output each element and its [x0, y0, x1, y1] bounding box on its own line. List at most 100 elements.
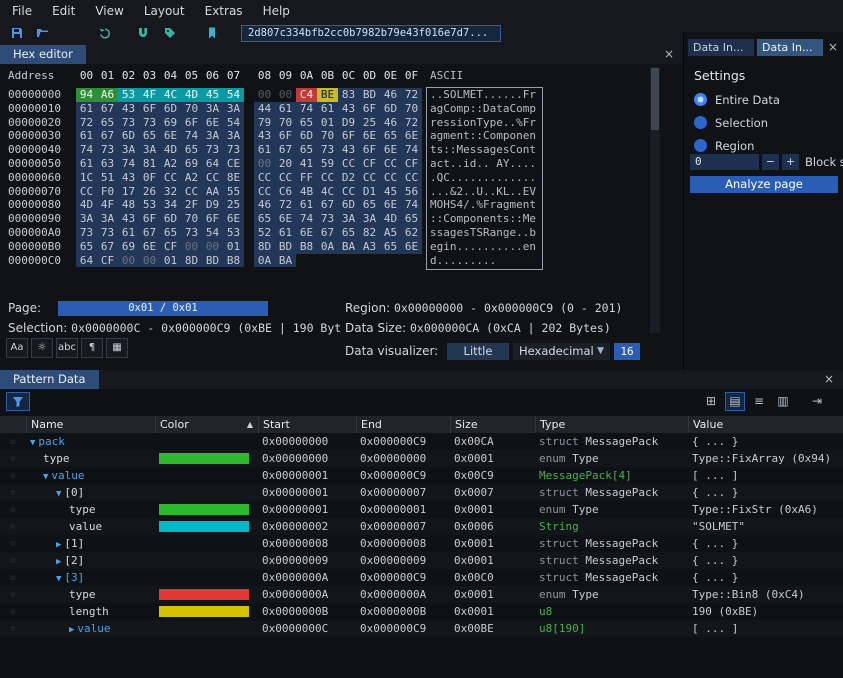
favorite-star-icon[interactable]: ☆ — [0, 552, 26, 569]
hex-byte[interactable]: 1C — [76, 171, 97, 185]
hex-ascii[interactable]: MOHS4/.%Fragment — [430, 198, 536, 212]
tab-pattern-data[interactable]: Pattern Data — [0, 370, 99, 389]
hex-byte[interactable]: 4F — [139, 88, 160, 102]
scrollbar-thumb[interactable] — [651, 68, 659, 130]
hex-byte[interactable]: 63 — [97, 157, 118, 171]
favorite-star-icon[interactable]: ☆ — [0, 569, 26, 586]
column-header-name[interactable]: Name — [26, 416, 155, 433]
hex-byte[interactable]: BA — [338, 240, 359, 254]
hex-byte[interactable]: A6 — [97, 88, 118, 102]
hex-byte[interactable]: 0F — [139, 171, 160, 185]
hex-ascii[interactable]: ...&2..U..KL..EV — [430, 185, 536, 199]
hex-ascii[interactable]: d......... — [430, 254, 496, 268]
tab-data-information-2[interactable]: Data In... — [757, 39, 823, 56]
tree-collapse-icon[interactable]: ▼ — [56, 489, 61, 499]
block-size-input[interactable]: 0 — [690, 154, 759, 170]
hex-byte[interactable]: 6F — [338, 129, 359, 143]
hex-byte[interactable]: 00 — [254, 157, 275, 171]
hex-byte[interactable]: 8D — [181, 254, 202, 268]
menu-item-layout[interactable]: Layout — [134, 2, 195, 20]
radio-option-selection[interactable]: Selection — [694, 111, 780, 134]
pattern-row[interactable]: ☆▼[0]0x000000010x000000070x0007struct Me… — [0, 484, 843, 501]
column-header-color[interactable]: Color ▲ — [155, 416, 258, 433]
hex-ascii[interactable]: ssagesTSRange..b — [430, 226, 536, 240]
pattern-row[interactable]: ☆type0x000000000x000000000x0001enum Type… — [0, 450, 843, 467]
hex-byte[interactable]: BD — [275, 240, 296, 254]
tab-hex-editor[interactable]: Hex editor — [0, 45, 86, 64]
hex-byte[interactable]: 65 — [296, 116, 317, 130]
favorite-star-icon[interactable]: ☆ — [0, 433, 26, 450]
hex-byte[interactable]: 6F — [181, 116, 202, 130]
hex-byte[interactable]: 61 — [76, 157, 97, 171]
analyze-button[interactable]: Analyze page — [690, 176, 838, 193]
tree-collapse-icon[interactable]: ▼ — [30, 438, 35, 448]
hex-byte[interactable]: 70 — [401, 102, 422, 116]
hex-byte[interactable]: CC — [254, 171, 275, 185]
menu-item-file[interactable]: File — [2, 2, 42, 20]
list-view-icon[interactable]: ▥ — [773, 392, 793, 411]
hex-byte[interactable]: D2 — [338, 171, 359, 185]
hex-byte[interactable]: 73 — [317, 212, 338, 226]
hex-byte[interactable]: 4B — [296, 185, 317, 199]
column-header-start[interactable]: Start — [258, 416, 356, 433]
hex-byte[interactable]: 44 — [254, 102, 275, 116]
jump-to-pattern-icon[interactable]: ⇥ — [807, 392, 827, 411]
hex-byte[interactable]: 32 — [160, 185, 181, 199]
hex-byte[interactable]: 73 — [317, 143, 338, 157]
hex-byte[interactable]: 72 — [275, 198, 296, 212]
pattern-row[interactable]: ☆▼value0x000000010x000000C90x00C9Message… — [0, 467, 843, 484]
hex-byte[interactable]: 0A — [254, 254, 275, 268]
table-view-icon[interactable]: ⊞ — [701, 392, 721, 411]
hex-byte[interactable]: 4D — [160, 143, 181, 157]
hex-ascii[interactable]: act..id.. AY.... — [430, 157, 536, 171]
save-icon[interactable] — [8, 24, 26, 42]
hex-byte[interactable]: 53 — [139, 198, 160, 212]
hex-byte[interactable]: 20 — [275, 157, 296, 171]
hex-byte[interactable]: 59 — [317, 157, 338, 171]
hex-byte[interactable]: 6D — [118, 129, 139, 143]
hex-byte[interactable]: 67 — [97, 240, 118, 254]
hex-byte[interactable]: 6D — [160, 212, 181, 226]
folder-open-icon[interactable] — [34, 24, 52, 42]
hex-ascii[interactable]: ::Components::Me — [430, 212, 536, 226]
hex-byte[interactable]: CC — [338, 185, 359, 199]
hex-byte[interactable]: 70 — [181, 212, 202, 226]
hex-byte[interactable]: 74 — [76, 143, 97, 157]
hex-byte[interactable]: 6E — [380, 198, 401, 212]
file-hash-input[interactable]: 2d807c334bfb2cc0b7982b79e43f016e7d7... — [241, 25, 501, 42]
hex-byte[interactable]: 4D — [380, 212, 401, 226]
hex-byte[interactable]: 6D — [380, 102, 401, 116]
hex-byte[interactable]: CC — [338, 157, 359, 171]
pattern-row[interactable]: ☆▼[3]0x0000000A0x000000C90x00C0struct Me… — [0, 569, 843, 586]
tree-collapse-icon[interactable]: ▼ — [43, 472, 48, 482]
hex-byte[interactable]: 4F — [97, 198, 118, 212]
format-dropdown[interactable]: Hexadecimal ▼ — [513, 343, 610, 360]
hex-byte[interactable]: 67 — [97, 102, 118, 116]
scrollbar[interactable] — [650, 67, 660, 333]
hex-byte[interactable]: 62 — [401, 226, 422, 240]
hex-byte[interactable]: 55 — [223, 185, 244, 199]
hex-byte[interactable]: A3 — [359, 240, 380, 254]
radio-option-entire-data[interactable]: Entire Data — [694, 88, 780, 111]
hex-byte[interactable]: 65 — [254, 212, 275, 226]
hex-byte[interactable]: 72 — [401, 88, 422, 102]
hex-byte[interactable]: 46 — [254, 198, 275, 212]
hex-byte[interactable]: 6D — [296, 129, 317, 143]
favorite-star-icon[interactable]: ☆ — [0, 501, 26, 518]
favorite-star-icon[interactable]: ☆ — [0, 535, 26, 552]
favorite-star-icon[interactable]: ☆ — [0, 603, 26, 620]
close-icon[interactable]: × — [821, 371, 837, 387]
hex-ascii[interactable]: ts::MessagesCont — [430, 143, 536, 157]
hex-byte[interactable]: 74 — [401, 143, 422, 157]
hex-byte[interactable]: CC — [275, 171, 296, 185]
hex-byte[interactable]: A5 — [380, 226, 401, 240]
hex-byte[interactable]: CC — [359, 171, 380, 185]
hex-byte[interactable]: 67 — [317, 198, 338, 212]
hex-ascii[interactable]: ressionType..%Fr — [430, 116, 536, 130]
hex-byte[interactable]: 67 — [139, 226, 160, 240]
menu-item-edit[interactable]: Edit — [42, 2, 85, 20]
hex-byte[interactable]: 43 — [338, 102, 359, 116]
hex-byte[interactable]: 65 — [380, 129, 401, 143]
hex-byte[interactable]: 53 — [223, 226, 244, 240]
hex-byte[interactable]: 41 — [296, 157, 317, 171]
